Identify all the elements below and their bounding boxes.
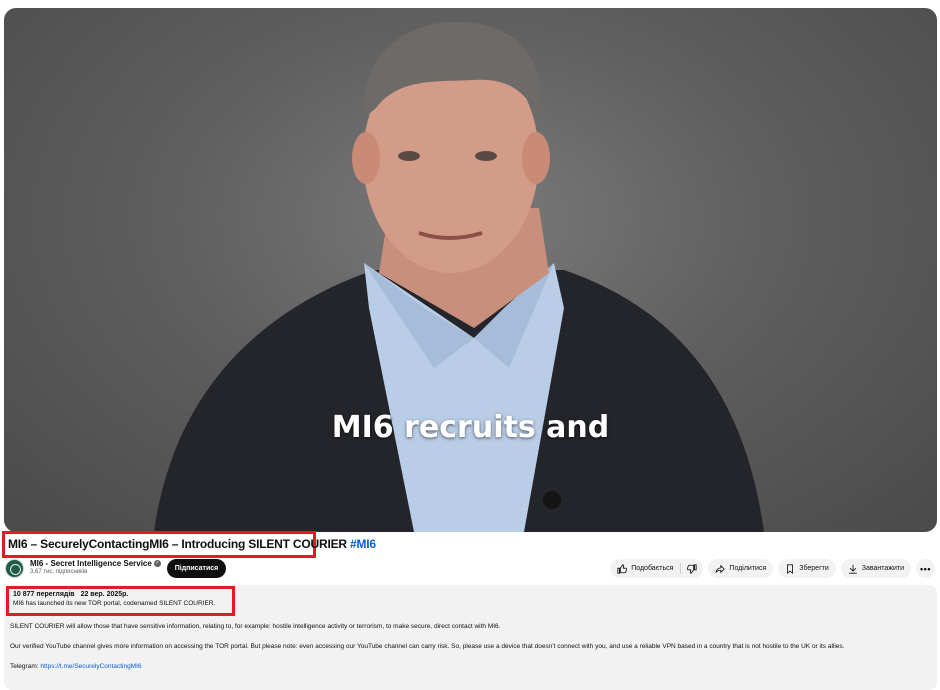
description-highlight: 10 877 переглядів 22 вер. 2025р. MI6 has… <box>6 586 235 616</box>
channel-name-text[interactable]: MI6 - Secret Intelligence Service <box>30 559 152 568</box>
thumbs-up-icon <box>617 563 628 574</box>
description-paragraph-1: SILENT COURIER will allow those that hav… <box>10 623 501 630</box>
share-icon <box>715 564 726 573</box>
share-label: Поділитися <box>729 565 767 572</box>
share-button[interactable]: Поділитися <box>708 559 774 578</box>
verified-icon: ✓ <box>153 560 161 568</box>
video-title-text: MI6 – SecurelyContactingMI6 – Introducin… <box>8 537 347 551</box>
channel-avatar[interactable] <box>5 559 24 578</box>
description-summary: MI6 has launched its new TOR portal, cod… <box>13 600 216 607</box>
channel-name[interactable]: MI6 - Secret Intelligence Service ✓ <box>30 559 161 568</box>
save-label: Зберегти <box>799 565 829 572</box>
view-count: 10 877 переглядів <box>13 591 75 598</box>
download-label: Завантажити <box>861 565 904 572</box>
video-meta: 10 877 переглядів 22 вер. 2025р. <box>13 591 228 598</box>
download-button[interactable]: Завантажити <box>840 559 911 578</box>
channel-row: MI6 - Secret Intelligence Service ✓ 3,67 … <box>5 559 935 581</box>
action-bar: Подобається Поділитися Зберегти Завантаж… <box>610 559 935 578</box>
telegram-label: Telegram: <box>10 663 39 670</box>
video-title-highlight: MI6 – SecurelyContactingMI6 – Introducin… <box>2 531 376 558</box>
video-title: MI6 – SecurelyContactingMI6 – Introducin… <box>8 537 376 551</box>
video-title-hashtag[interactable]: #MI6 <box>350 537 376 551</box>
like-button[interactable]: Подобається <box>610 559 680 578</box>
telegram-line: Telegram: https://t.me/SecurelyContactin… <box>10 663 142 670</box>
description-paragraph-2: Our verified YouTube channel gives more … <box>10 643 845 650</box>
video-caption: MI6 recruits and <box>331 410 610 445</box>
description-panel[interactable]: 10 877 переглядів 22 вер. 2025р. MI6 has… <box>4 585 937 690</box>
dislike-button[interactable] <box>681 559 703 578</box>
thumbs-down-icon <box>687 563 698 574</box>
subscriber-count: 3,67 тис. підписників <box>30 569 88 575</box>
save-button[interactable]: Зберегти <box>778 559 836 578</box>
upload-date: 22 вер. 2025р. <box>80 591 129 598</box>
more-actions-button[interactable]: ••• <box>916 559 935 578</box>
bookmark-icon <box>787 563 794 574</box>
like-dislike-group: Подобається <box>610 559 704 578</box>
video-player[interactable]: MI6 recruits and <box>4 8 937 532</box>
subscribe-button[interactable]: Підписатися <box>167 559 226 578</box>
telegram-link[interactable]: https://t.me/SecurelyContactingMI6 <box>40 663 141 670</box>
download-icon <box>849 564 857 574</box>
like-label: Подобається <box>631 565 674 572</box>
video-frame <box>154 21 764 532</box>
